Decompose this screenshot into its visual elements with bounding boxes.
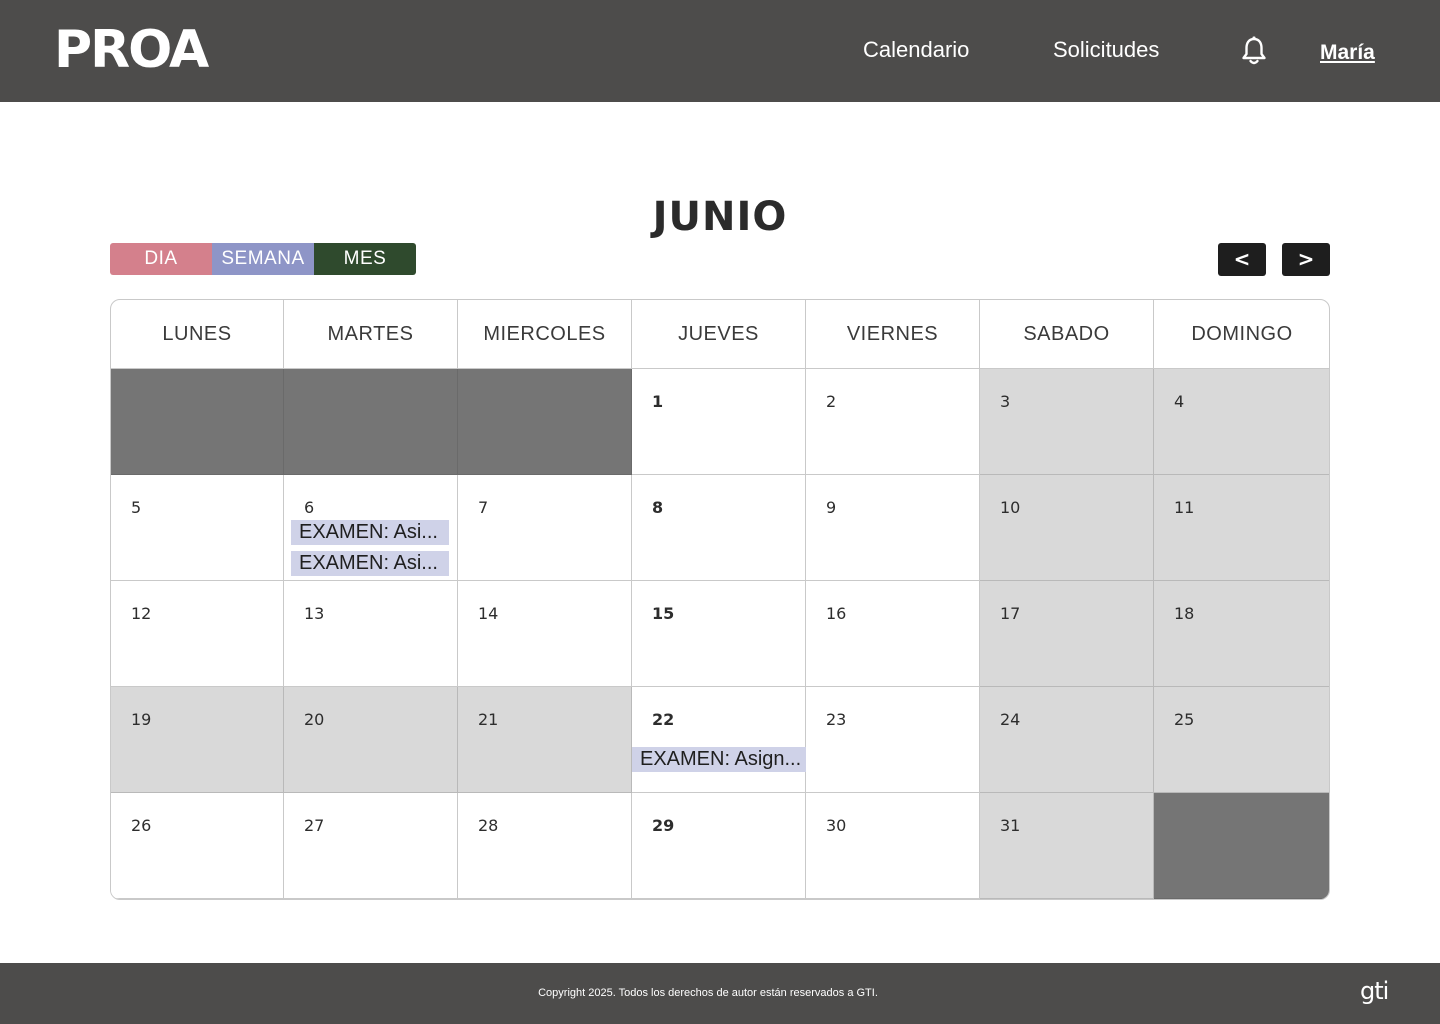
day-number: 13 <box>304 604 325 623</box>
weekday-header-martes: MARTES <box>284 300 458 369</box>
day-cell-8[interactable]: 8 <box>632 475 806 581</box>
day-number: 27 <box>304 816 325 835</box>
day-cell-16[interactable]: 16 <box>806 581 980 687</box>
day-cell-29[interactable]: 29 <box>632 793 806 899</box>
empty-day-cell <box>284 369 458 475</box>
day-number: 31 <box>1000 816 1021 835</box>
day-cell-4[interactable]: 4 <box>1154 369 1329 475</box>
day-number: 30 <box>826 816 847 835</box>
day-cell-21[interactable]: 21 <box>458 687 632 793</box>
day-cell-25[interactable]: 25 <box>1154 687 1329 793</box>
day-number: 9 <box>826 498 837 517</box>
weekday-header-miercoles: MIERCOLES <box>458 300 632 369</box>
day-number: 3 <box>1000 392 1011 411</box>
day-number: 1 <box>652 392 664 411</box>
top-navigation-bar: PROA Calendario Solicitudes María <box>0 0 1440 102</box>
day-number: 20 <box>304 710 325 729</box>
day-number: 11 <box>1174 498 1195 517</box>
day-cell-24[interactable]: 24 <box>980 687 1154 793</box>
weekday-header-lunes: LUNES <box>111 300 284 369</box>
day-number: 26 <box>131 816 152 835</box>
bell-icon[interactable] <box>1240 36 1268 66</box>
weekday-header-domingo: DOMINGO <box>1154 300 1329 369</box>
day-cell-6[interactable]: 6 EXAMEN: Asi... EXAMEN: Asi... <box>284 475 458 581</box>
day-cell-23[interactable]: 23 <box>806 687 980 793</box>
month-title: JUNIO <box>652 194 788 240</box>
day-cell-15[interactable]: 15 <box>632 581 806 687</box>
day-number: 24 <box>1000 710 1021 729</box>
day-number: 10 <box>1000 498 1021 517</box>
day-number: 2 <box>826 392 837 411</box>
day-number: 19 <box>131 710 152 729</box>
exam-event[interactable]: EXAMEN: Asi... <box>291 520 449 545</box>
footer: Copyright 2025. Todos los derechos de au… <box>0 963 1440 1024</box>
day-number: 23 <box>826 710 847 729</box>
day-cell-12[interactable]: 12 <box>111 581 284 687</box>
day-number: 8 <box>652 498 664 517</box>
day-number: 15 <box>652 604 675 623</box>
logo-text: PROA <box>54 20 209 80</box>
day-number: 12 <box>131 604 152 623</box>
day-number: 5 <box>131 498 142 517</box>
day-cell-3[interactable]: 3 <box>980 369 1154 475</box>
day-number: 17 <box>1000 604 1021 623</box>
day-cell-1[interactable]: 1 <box>632 369 806 475</box>
empty-day-cell <box>458 369 632 475</box>
copyright-text: Copyright 2025. Todos los derechos de au… <box>538 987 878 999</box>
weekday-header-jueves: JUEVES <box>632 300 806 369</box>
day-cell-9[interactable]: 9 <box>806 475 980 581</box>
day-cell-20[interactable]: 20 <box>284 687 458 793</box>
weekday-header-viernes: VIERNES <box>806 300 980 369</box>
day-number: 14 <box>478 604 499 623</box>
day-cell-27[interactable]: 27 <box>284 793 458 899</box>
proa-logo[interactable]: PROA <box>54 20 209 80</box>
day-cell-13[interactable]: 13 <box>284 581 458 687</box>
view-month-button[interactable]: MES <box>314 243 416 275</box>
empty-day-cell <box>111 369 284 475</box>
day-number: 29 <box>652 816 675 835</box>
day-cell-28[interactable]: 28 <box>458 793 632 899</box>
day-number: 25 <box>1174 710 1195 729</box>
day-number: 7 <box>478 498 489 517</box>
day-cell-5[interactable]: 5 <box>111 475 284 581</box>
previous-month-button[interactable]: < <box>1218 243 1266 276</box>
day-cell-2[interactable]: 2 <box>806 369 980 475</box>
day-cell-22[interactable]: 22 EXAMEN: Asign... <box>632 687 807 793</box>
view-week-button[interactable]: SEMANA <box>212 243 314 275</box>
day-number: 6 <box>304 498 315 517</box>
gti-logo: gti <box>1360 977 1389 1005</box>
day-cell-18[interactable]: 18 <box>1154 581 1329 687</box>
day-cell-30[interactable]: 30 <box>806 793 980 899</box>
day-cell-11[interactable]: 11 <box>1154 475 1329 581</box>
day-cell-31[interactable]: 31 <box>980 793 1154 899</box>
day-cell-19[interactable]: 19 <box>111 687 284 793</box>
next-month-button[interactable]: > <box>1282 243 1330 276</box>
nav-link-calendario[interactable]: Calendario <box>863 34 969 66</box>
day-cell-10[interactable]: 10 <box>980 475 1154 581</box>
view-day-button[interactable]: DIA <box>110 243 212 275</box>
exam-event[interactable]: EXAMEN: Asign... <box>632 747 807 772</box>
user-profile-link[interactable]: María <box>1320 37 1375 69</box>
day-number: 18 <box>1174 604 1195 623</box>
day-cell-7[interactable]: 7 <box>458 475 632 581</box>
day-number: 4 <box>1174 392 1185 411</box>
weekday-header-sabado: SABADO <box>980 300 1154 369</box>
day-number: 28 <box>478 816 499 835</box>
day-number: 16 <box>826 604 847 623</box>
day-cell-17[interactable]: 17 <box>980 581 1154 687</box>
day-number: 22 <box>652 710 675 729</box>
exam-event[interactable]: EXAMEN: Asi... <box>291 551 449 576</box>
empty-day-cell <box>1154 793 1329 899</box>
day-cell-26[interactable]: 26 <box>111 793 284 899</box>
month-calendar-grid: LUNES MARTES MIERCOLES JUEVES VIERNES SABADO D… <box>110 299 1330 900</box>
day-number: 21 <box>478 710 499 729</box>
nav-link-solicitudes[interactable]: Solicitudes <box>1053 34 1159 66</box>
day-cell-14[interactable]: 14 <box>458 581 632 687</box>
